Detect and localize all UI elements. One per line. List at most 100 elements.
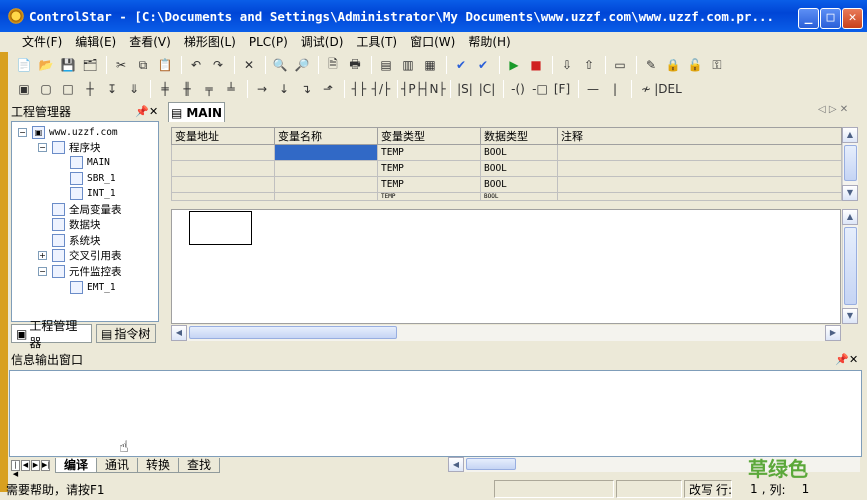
last-tab-icon[interactable]: ▶| bbox=[41, 459, 50, 471]
function-icon[interactable]: [F] bbox=[552, 79, 572, 99]
tree-collapse-icon[interactable]: − bbox=[38, 143, 47, 152]
undo-icon[interactable]: ↶ bbox=[186, 55, 206, 75]
menu-ladder[interactable]: 梯形图(L) bbox=[184, 33, 236, 50]
dtype-cell[interactable]: BOOL bbox=[480, 160, 558, 177]
ladder-hscroll[interactable]: ◀ ▶ bbox=[171, 325, 841, 341]
new-file-icon[interactable]: 📄 bbox=[14, 55, 34, 75]
contact-p-icon[interactable]: ┤P├ bbox=[401, 79, 423, 99]
tree-expand-icon[interactable]: + bbox=[38, 251, 47, 260]
tab-compile[interactable]: 编译 bbox=[55, 457, 98, 473]
tab-nav-arrows[interactable]: ◁ ▷ ✕ bbox=[818, 104, 848, 115]
box-icon[interactable]: ▢ bbox=[36, 79, 56, 99]
scroll-thumb[interactable] bbox=[844, 227, 857, 305]
arrow-down-icon[interactable]: ↧ bbox=[102, 79, 122, 99]
key-icon[interactable]: ⚿ bbox=[707, 55, 727, 75]
tab-find[interactable]: 查找 bbox=[178, 457, 221, 473]
tree-system-block[interactable]: 系统块 bbox=[52, 233, 101, 247]
contact-n-icon[interactable]: ┤N├ bbox=[422, 79, 445, 99]
arrow-down-outline-icon[interactable]: ⇓ bbox=[124, 79, 144, 99]
scroll-right-icon[interactable]: ▶ bbox=[825, 325, 841, 341]
del-line-icon[interactable]: |DEL bbox=[654, 79, 682, 99]
maximize-button[interactable]: □ bbox=[820, 8, 841, 29]
scroll-thumb[interactable] bbox=[466, 458, 516, 470]
delete-row-icon[interactable]: ╤ bbox=[199, 79, 219, 99]
name-cell[interactable] bbox=[274, 176, 378, 193]
menu-edit[interactable]: 编辑(E) bbox=[75, 33, 116, 50]
close-button[interactable]: ✕ bbox=[842, 8, 863, 29]
pin-icon[interactable]: 📌 bbox=[135, 105, 149, 118]
unlock-icon[interactable]: 🔓 bbox=[685, 55, 705, 75]
insert-col-icon[interactable]: ╫ bbox=[177, 79, 197, 99]
contact-nc-icon[interactable]: ┤/├ bbox=[371, 79, 391, 99]
contact-no-icon[interactable]: ┤├ bbox=[349, 79, 369, 99]
minimize-button[interactable]: _ bbox=[798, 8, 819, 29]
replace-icon[interactable]: 🔎 bbox=[292, 55, 312, 75]
tab-convert[interactable]: 转换 bbox=[137, 457, 180, 473]
dtype-cell[interactable]: BOOL bbox=[480, 144, 558, 161]
address-cell[interactable] bbox=[171, 144, 275, 161]
save-icon[interactable]: 💾 bbox=[58, 55, 78, 75]
tree-collapse-icon[interactable]: − bbox=[38, 267, 47, 276]
tree-monitor[interactable]: 元件监控表 bbox=[52, 264, 122, 278]
ladder-editor[interactable] bbox=[171, 209, 841, 324]
comment-cell[interactable] bbox=[557, 144, 842, 161]
open-folder-icon[interactable]: 📂 bbox=[36, 55, 56, 75]
tab-project-manager[interactable]: ▣ 工程管理器 bbox=[11, 319, 92, 350]
compile-icon[interactable]: ✔ bbox=[451, 55, 471, 75]
table-row[interactable]: TEMP BOOL bbox=[171, 192, 842, 201]
menu-window[interactable]: 窗口(W) bbox=[410, 33, 455, 50]
address-cell[interactable] bbox=[171, 192, 275, 201]
upload-icon[interactable]: ⇧ bbox=[579, 55, 599, 75]
dtype-cell[interactable]: BOOL bbox=[480, 176, 558, 193]
column-header[interactable]: 数据类型 bbox=[480, 127, 558, 145]
tree-sbr[interactable]: SBR_1 bbox=[70, 171, 116, 185]
save-all-icon[interactable]: 🗂 bbox=[80, 55, 100, 75]
delete-icon[interactable]: ✕ bbox=[239, 55, 259, 75]
menu-file[interactable]: 文件(F) bbox=[22, 33, 62, 50]
tree-data-block[interactable]: 数据块 bbox=[52, 217, 101, 231]
cross-icon[interactable]: ┼ bbox=[80, 79, 100, 99]
coil-icon[interactable]: -() bbox=[508, 79, 528, 99]
line-right-icon[interactable]: → bbox=[252, 79, 272, 99]
menu-tools[interactable]: 工具(T) bbox=[356, 33, 397, 50]
contact-s-icon[interactable]: |S| bbox=[455, 79, 475, 99]
scroll-down-icon[interactable]: ▼ bbox=[842, 308, 858, 324]
prev-tab-icon[interactable]: ◀ bbox=[21, 459, 30, 471]
ladder-cursor-cell[interactable] bbox=[189, 211, 252, 245]
line-corner-icon[interactable]: ↴ bbox=[296, 79, 316, 99]
print-icon[interactable]: 🖶 bbox=[345, 55, 365, 75]
paste-icon[interactable]: 📋 bbox=[155, 55, 175, 75]
column-header[interactable]: 注释 bbox=[557, 127, 842, 145]
tree-emt[interactable]: EMT_1 bbox=[70, 280, 116, 294]
label-icon[interactable]: ▣ bbox=[14, 79, 34, 99]
contact-c-icon[interactable]: |C| bbox=[477, 79, 497, 99]
comment-cell[interactable] bbox=[557, 192, 842, 201]
compile-all-icon[interactable]: ✔ bbox=[473, 55, 493, 75]
redo-icon[interactable]: ↷ bbox=[208, 55, 228, 75]
table-vscroll[interactable]: ▲ ▼ bbox=[842, 127, 858, 201]
view-split-icon[interactable]: ▥ bbox=[398, 55, 418, 75]
address-cell[interactable] bbox=[171, 176, 275, 193]
view-list-icon[interactable]: ▦ bbox=[420, 55, 440, 75]
scroll-up-icon[interactable]: ▲ bbox=[842, 127, 858, 143]
info-output[interactable] bbox=[9, 370, 862, 457]
insert-row-icon[interactable]: ╪ bbox=[155, 79, 175, 99]
type-cell[interactable]: TEMP bbox=[377, 176, 481, 193]
lock-icon[interactable]: 🔒 bbox=[663, 55, 683, 75]
rect-icon[interactable]: □ bbox=[58, 79, 78, 99]
delete-col-icon[interactable]: ╧ bbox=[221, 79, 241, 99]
tab-main[interactable]: ▤ MAIN bbox=[168, 102, 225, 122]
run-icon[interactable]: ▶ bbox=[504, 55, 524, 75]
block-icon[interactable]: -□ bbox=[530, 79, 550, 99]
menu-help[interactable]: 帮助(H) bbox=[468, 33, 510, 50]
menu-view[interactable]: 查看(V) bbox=[129, 33, 171, 50]
scroll-down-icon[interactable]: ▼ bbox=[842, 185, 858, 201]
dtype-cell[interactable]: BOOL bbox=[480, 192, 558, 201]
next-tab-icon[interactable]: ▶ bbox=[31, 459, 40, 471]
table-row[interactable]: TEMP BOOL bbox=[171, 176, 842, 193]
download-icon[interactable]: ⇩ bbox=[557, 55, 577, 75]
panel-close-icon[interactable]: ✕ bbox=[849, 353, 858, 366]
name-cell-selected[interactable] bbox=[274, 144, 378, 161]
menu-plc[interactable]: PLC(P) bbox=[249, 35, 288, 49]
column-header[interactable]: 变量类型 bbox=[377, 127, 481, 145]
